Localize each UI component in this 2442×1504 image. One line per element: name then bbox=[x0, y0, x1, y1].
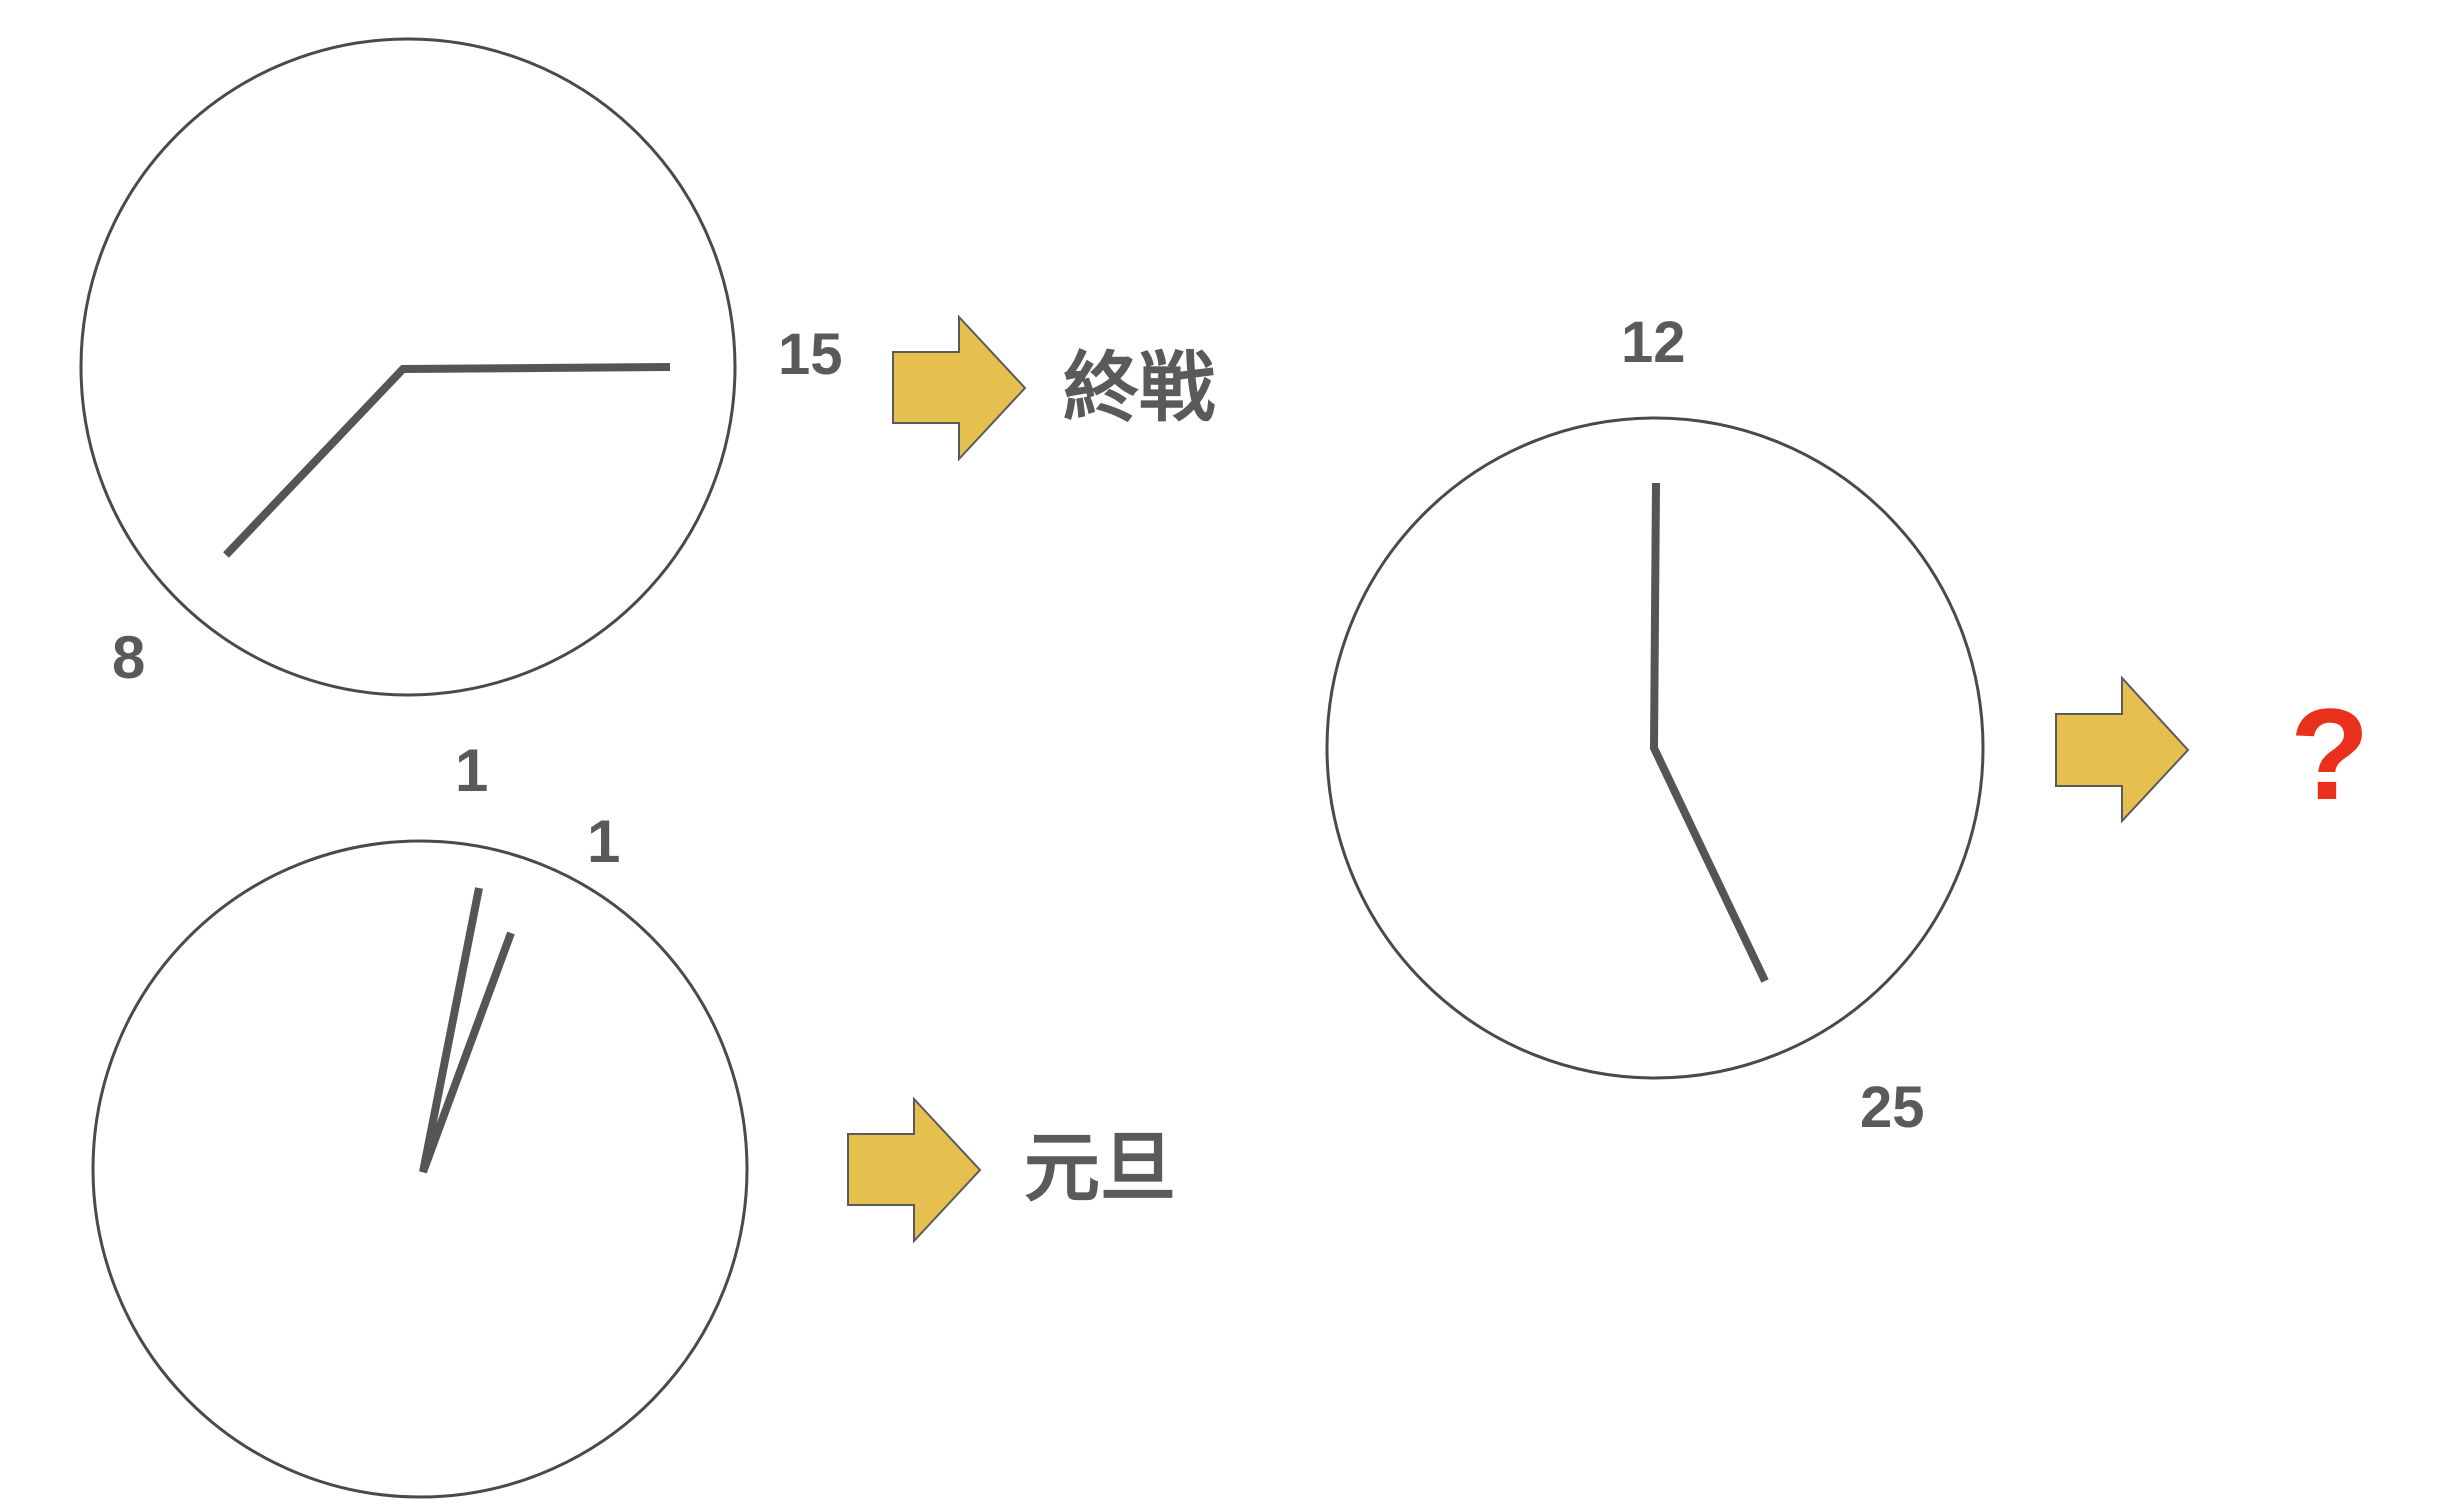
clock-2-meaning: 元旦 bbox=[1024, 1123, 1176, 1212]
clock-3-minute-label: 25 bbox=[1860, 1075, 1925, 1140]
clock-2: 1 1 bbox=[91, 737, 749, 1499]
arrow-right-icon bbox=[847, 1096, 982, 1244]
clock-3-meaning-question-mark: ? bbox=[2290, 681, 2369, 827]
arrow-1 bbox=[892, 314, 1027, 462]
clock-3: 12 25 bbox=[1325, 310, 1985, 1140]
arrow-2 bbox=[847, 1096, 982, 1244]
clock-2-hour-label: 1 bbox=[455, 737, 488, 804]
clock-1: 8 15 bbox=[79, 37, 843, 697]
arrow-right-icon bbox=[892, 314, 1027, 462]
arrow-3 bbox=[2055, 675, 2190, 824]
clock-1-hour-label: 8 bbox=[112, 624, 145, 691]
clock-riddle-diagram: 8 15 終戦 1 1 元旦 12 25 ? bbox=[79, 37, 2369, 1499]
clock-1-meaning: 終戦 bbox=[1063, 343, 1215, 432]
clock-1-minute-label: 15 bbox=[778, 322, 843, 387]
clock-3-hour-label: 12 bbox=[1621, 310, 1686, 375]
arrow-right-icon bbox=[2055, 675, 2190, 824]
clock-2-minute-label: 1 bbox=[587, 808, 620, 875]
